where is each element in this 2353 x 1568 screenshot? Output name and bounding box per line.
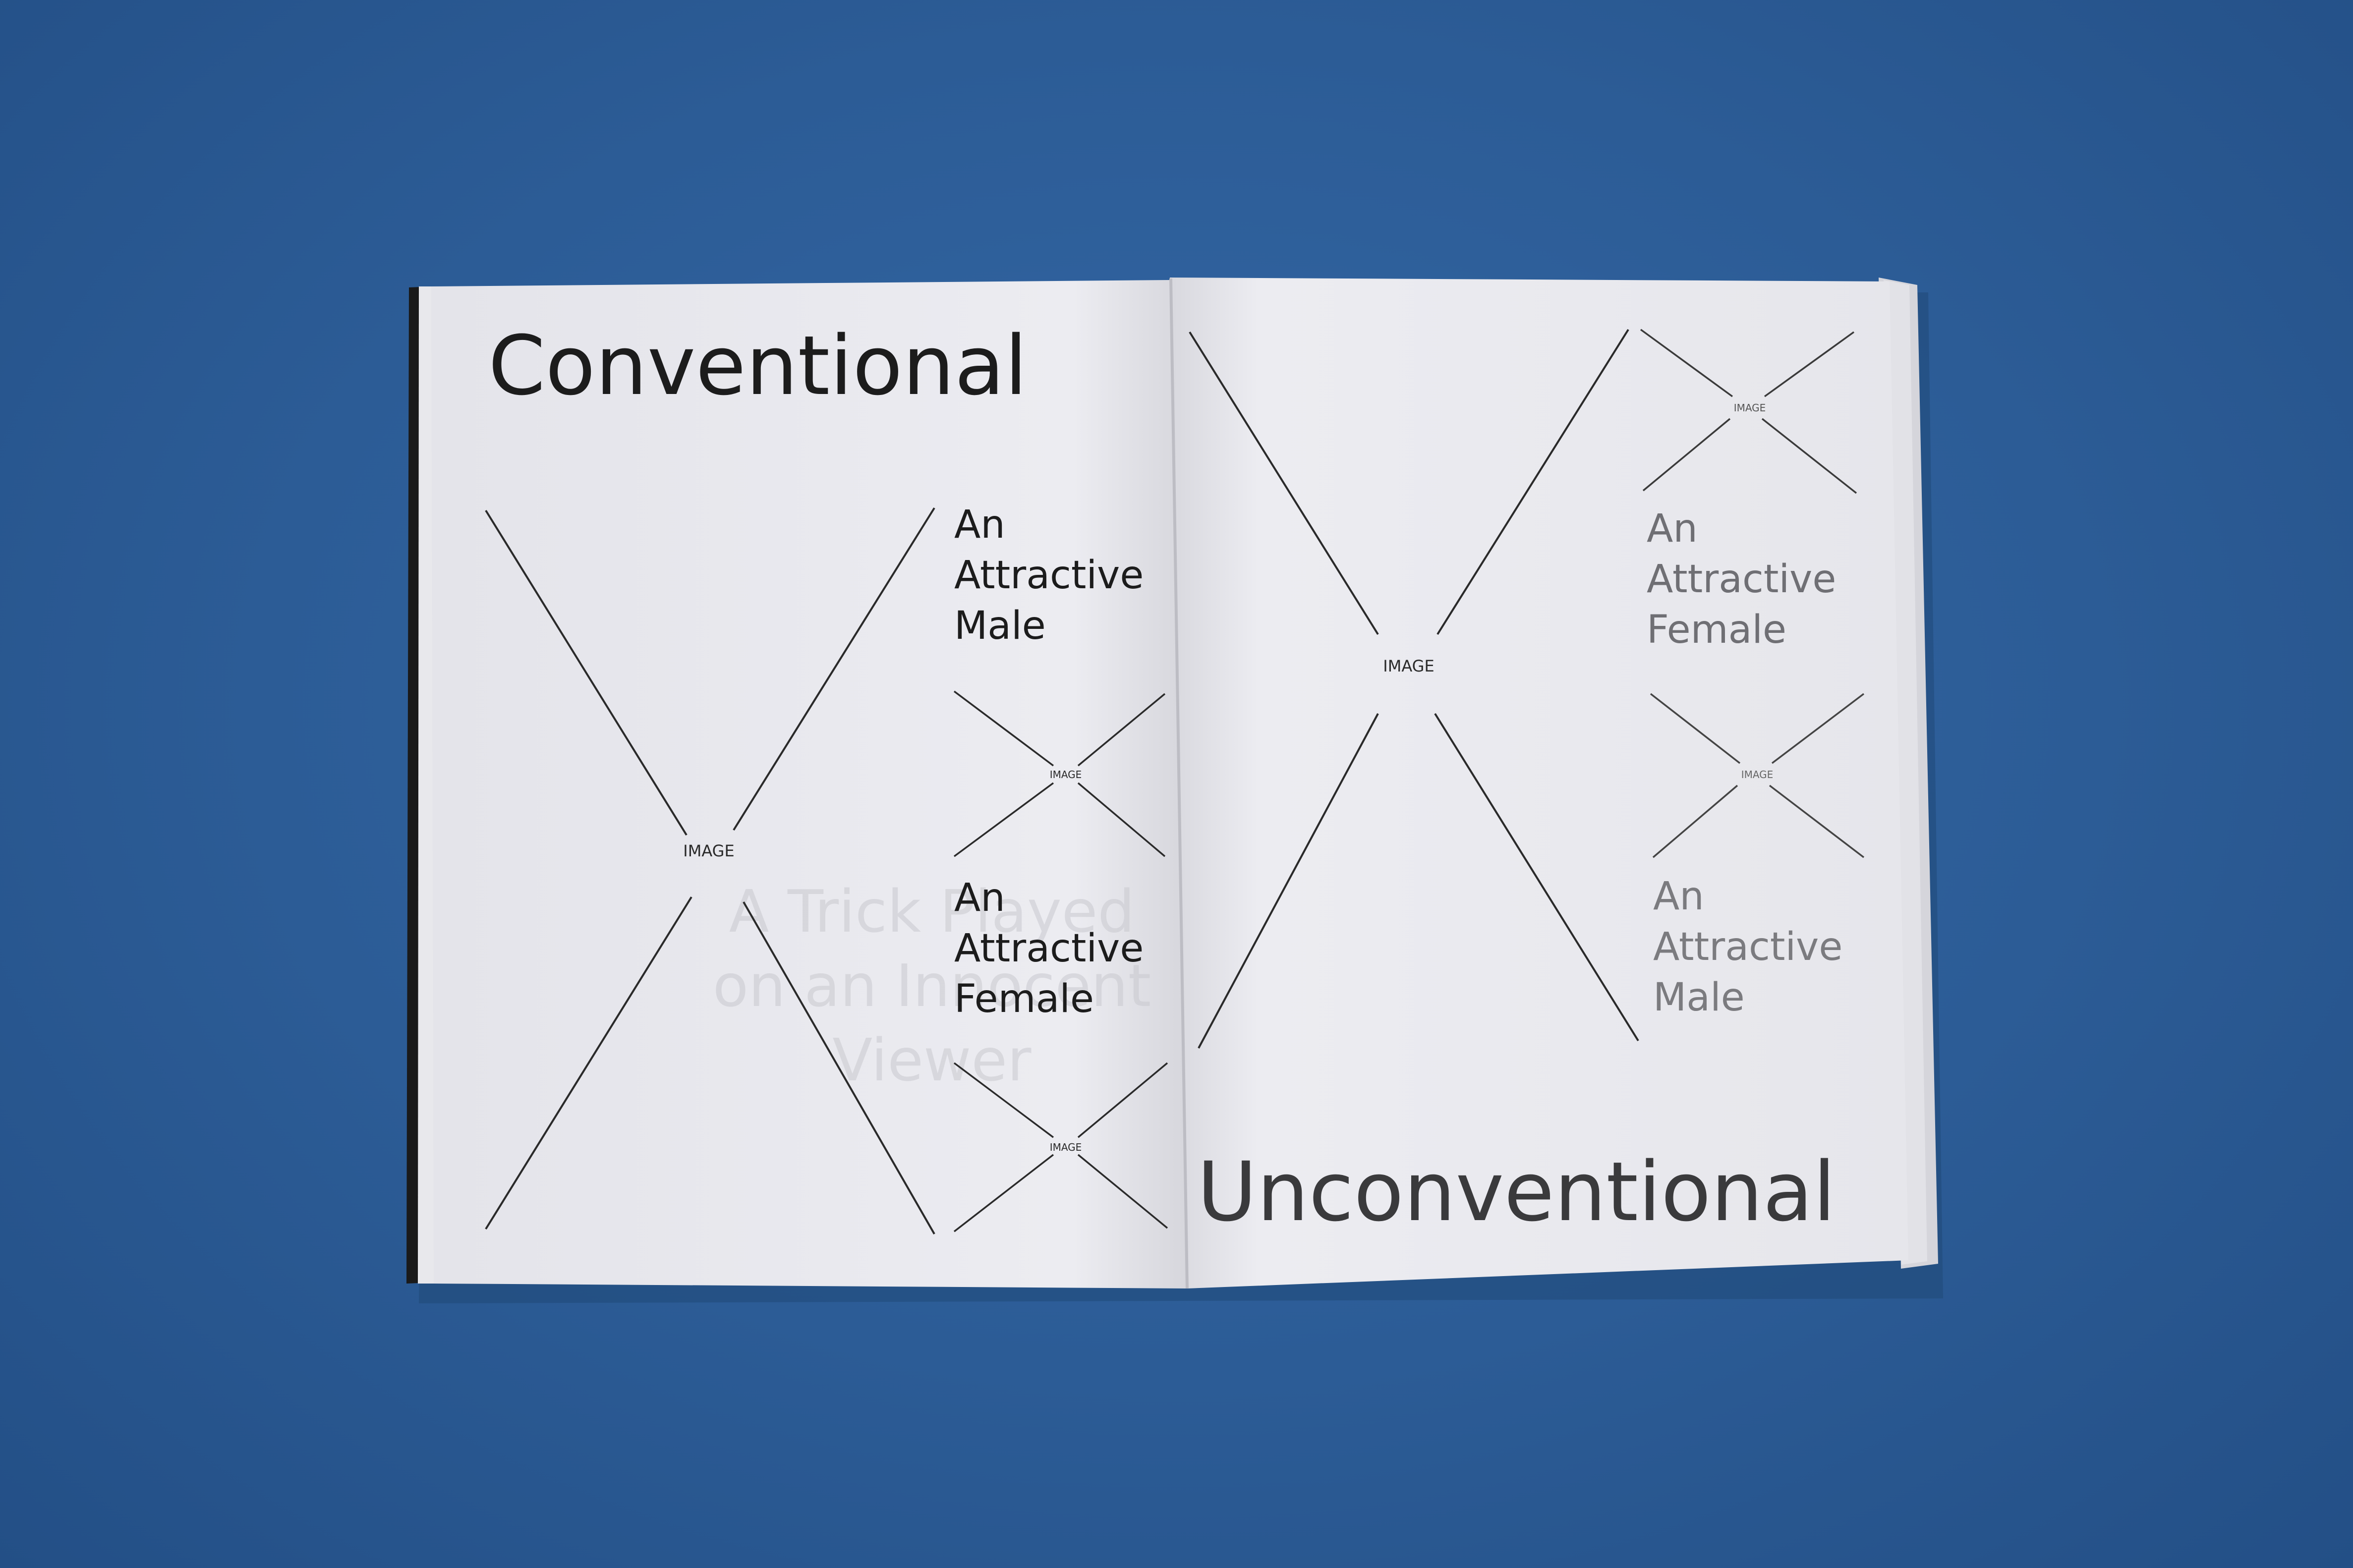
right-caption-2-line-2: Attractive bbox=[1653, 925, 1842, 969]
right-caption-2-line-3: Male bbox=[1653, 975, 1745, 1020]
left-caption-1-line-2: Attractive bbox=[954, 553, 1144, 598]
left-caption-2-line-2: Attractive bbox=[954, 926, 1144, 971]
right-caption-1-line-1: An bbox=[1647, 506, 1698, 551]
photo-scene: A Trick Played on an Innocent Viewer Con… bbox=[406, 278, 1943, 1303]
right-caption-2-line-1: An bbox=[1653, 874, 1704, 919]
left-small-image-label-1: IMAGE bbox=[1050, 769, 1082, 781]
left-page bbox=[431, 280, 1187, 1288]
left-caption-1-line-1: An bbox=[954, 503, 1005, 547]
right-small-image-label-2: IMAGE bbox=[1741, 769, 1774, 781]
left-small-image-label-2: IMAGE bbox=[1050, 1141, 1082, 1153]
left-caption-1-line-3: Male bbox=[954, 604, 1046, 648]
right-page bbox=[1170, 278, 1908, 1288]
right-big-image-label: IMAGE bbox=[1383, 657, 1434, 675]
show-through-line-3: Viewer bbox=[832, 1026, 1032, 1094]
right-heading: Unconventional bbox=[1197, 1144, 1836, 1239]
right-caption-1-line-3: Female bbox=[1647, 608, 1786, 652]
left-big-image-label: IMAGE bbox=[683, 841, 734, 860]
right-small-image-label-1: IMAGE bbox=[1734, 402, 1766, 414]
left-caption-2-line-3: Female bbox=[954, 977, 1094, 1021]
left-heading: Conventional bbox=[488, 318, 1028, 413]
right-caption-1-line-2: Attractive bbox=[1647, 557, 1836, 602]
left-caption-2-line-1: An bbox=[954, 876, 1005, 920]
